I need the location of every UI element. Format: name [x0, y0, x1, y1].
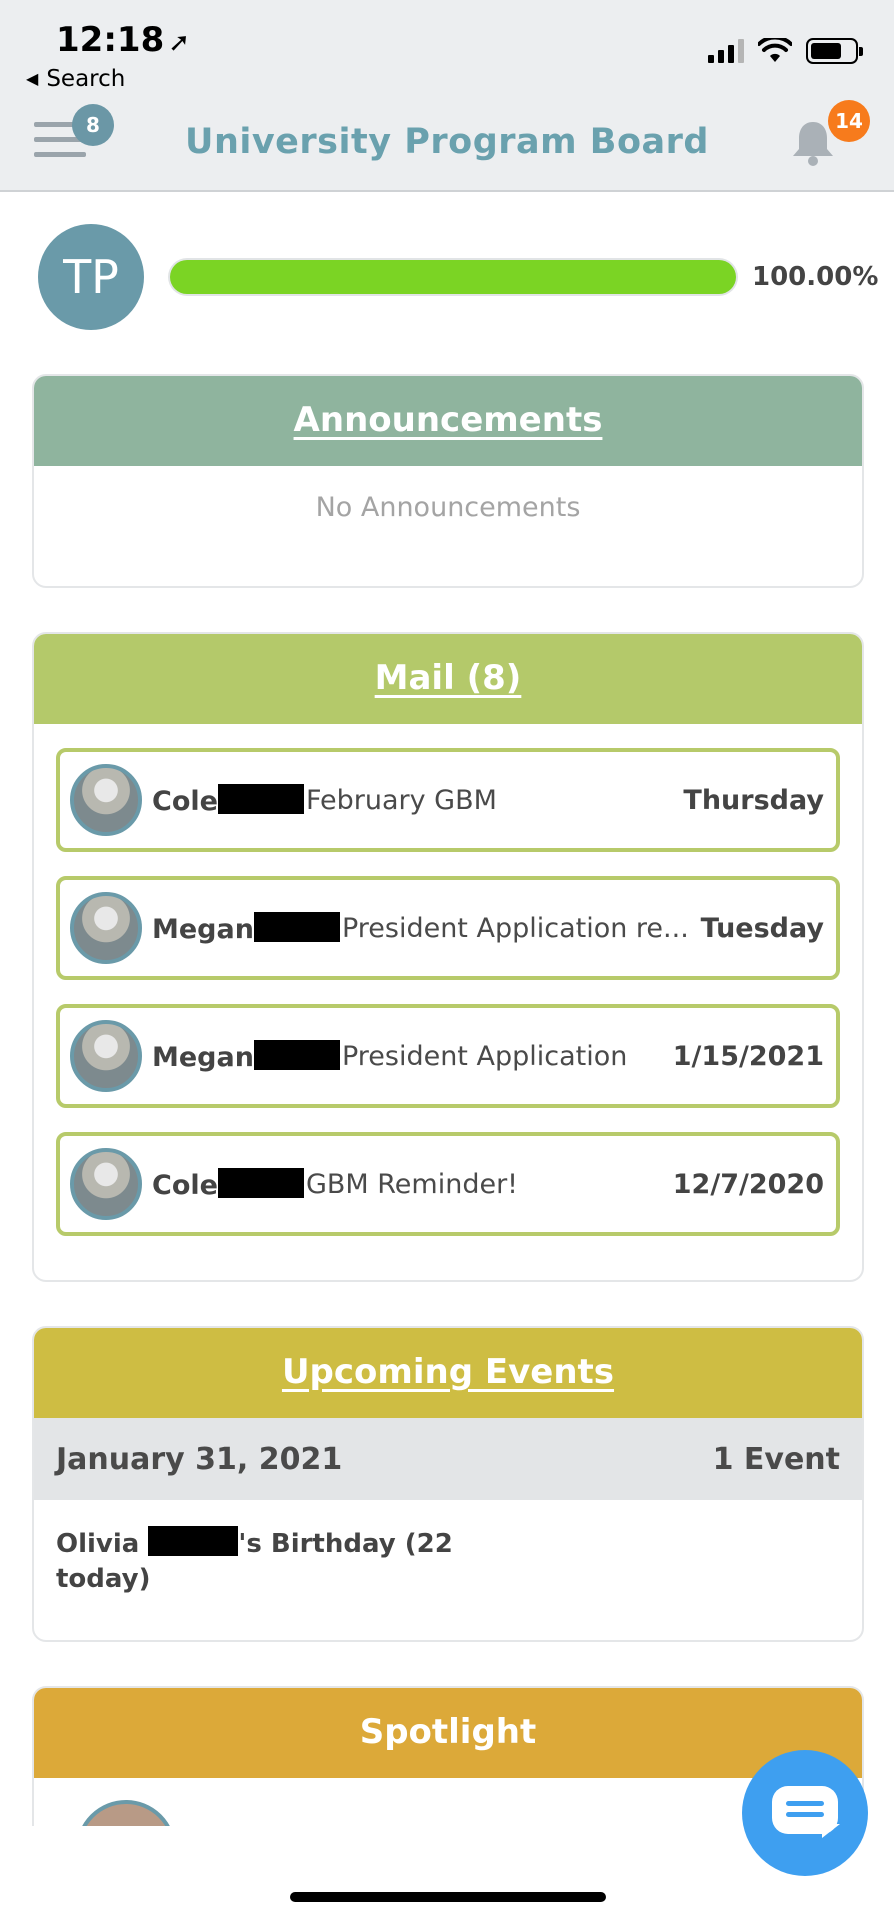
mail-date: 12/7/2020	[672, 1168, 824, 1200]
progress-bar	[168, 258, 738, 296]
top-bar: 12:18 ➚ ◀ Search 8 University Program Boar…	[0, 0, 894, 192]
sender-avatar	[70, 892, 142, 964]
battery-icon	[806, 38, 863, 64]
back-to-search-link[interactable]: ◀ Search	[26, 66, 125, 92]
event-count: 1 Event	[712, 1441, 840, 1477]
event-item[interactable]: Olivia 's Birthday (22 today)	[34, 1500, 504, 1597]
signal-icon	[708, 39, 744, 63]
events-header[interactable]: Upcoming Events	[34, 1328, 862, 1418]
mail-date: Tuesday	[700, 912, 824, 944]
system-icons	[708, 38, 863, 64]
mail-card: Mail (8) Cole February GBM Thursday Mega…	[32, 632, 864, 1282]
events-card: Upcoming Events January 31, 2021 1 Event…	[32, 1326, 864, 1642]
announcements-header[interactable]: Announcements	[34, 376, 862, 466]
avatar[interactable]: TP	[38, 224, 144, 330]
event-date: January 31, 2021	[56, 1441, 343, 1477]
progress-fill	[170, 260, 736, 294]
mail-sender: Cole	[152, 1167, 304, 1201]
mail-header[interactable]: Mail (8)	[34, 634, 862, 724]
chat-button[interactable]	[742, 1750, 868, 1876]
redaction-bar	[217, 1167, 304, 1198]
spotlight-header[interactable]: Spotlight	[34, 1688, 862, 1778]
location-arrow-icon: ➚	[168, 28, 191, 58]
mail-sender: Cole	[152, 783, 304, 817]
sender-avatar	[70, 1148, 142, 1220]
redaction-bar	[148, 1526, 239, 1556]
wifi-icon	[758, 38, 792, 62]
redaction-bar	[217, 783, 304, 814]
redaction-bar	[253, 1039, 340, 1070]
notification-badge: 14	[828, 100, 870, 142]
mail-item[interactable]: Megan President Application re... Tuesda…	[56, 876, 840, 980]
mail-sender: Megan	[152, 1039, 340, 1073]
mail-subject: President Application	[341, 1040, 628, 1072]
event-day-row: January 31, 2021 1 Event	[34, 1418, 862, 1500]
mail-subject: February GBM	[305, 784, 497, 816]
announcements-empty-text: No Announcements	[315, 492, 581, 523]
mail-subject: President Application re...	[341, 912, 689, 944]
home-indicator[interactable]	[290, 1892, 606, 1902]
page-title: University Program Board	[185, 122, 709, 162]
mail-subject: GBM Reminder!	[305, 1168, 519, 1200]
redaction-bar	[253, 911, 340, 942]
progress-percent: 100.00%	[752, 262, 879, 292]
mail-item[interactable]: Megan President Application 1/15/2021	[56, 1004, 840, 1108]
mail-date: Thursday	[683, 784, 824, 816]
back-triangle-icon: ◀	[26, 69, 39, 88]
mail-sender: Megan	[152, 911, 340, 945]
mail-item[interactable]: Cole February GBM Thursday	[56, 748, 840, 852]
sender-avatar	[70, 764, 142, 836]
mail-item[interactable]: Cole GBM Reminder! 12/7/2020	[56, 1132, 840, 1236]
sender-avatar	[70, 1020, 142, 1092]
status-time: 12:18 ➚	[56, 20, 191, 60]
mail-date: 1/15/2021	[672, 1040, 824, 1072]
announcements-card: Announcements No Announcements	[32, 374, 864, 588]
